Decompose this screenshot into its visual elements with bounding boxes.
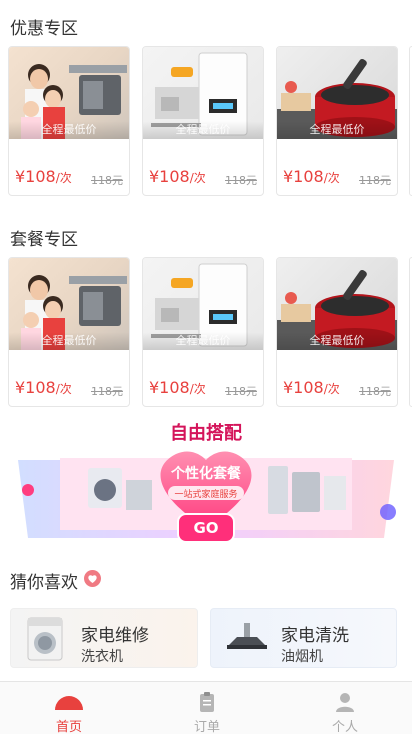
bottom-tab-bar: 首页 订单 个人	[0, 681, 412, 734]
package-section-title: 套餐专区	[10, 230, 78, 250]
card-original-price: 118元	[91, 174, 123, 187]
discount-row: 全程最低价 ¥108/次 118元 全程最低价 ¥108/次 118元 全程最低…	[0, 46, 412, 198]
package-card-1[interactable]: 全程最低价 ¥108/次 118元	[8, 257, 130, 407]
card-original-price: 118元	[225, 385, 257, 398]
card-caption: 全程最低价	[9, 121, 129, 139]
water-heater-image: 全程最低价	[143, 258, 263, 350]
red-pot-image: 全程最低价	[277, 258, 397, 350]
card-price: ¥108/次	[149, 167, 206, 186]
recommend-card-repair[interactable]: 家电维修 洗衣机	[10, 608, 198, 668]
discount-card-3[interactable]: 全程最低价 ¥108/次 118元	[276, 46, 398, 196]
red-pot-image: 全程最低价	[277, 47, 397, 139]
recommend-card-cleaning[interactable]: 家电清洗 油烟机	[210, 608, 397, 668]
family-kitchen-image: 全程最低价	[9, 258, 129, 350]
package-card-2[interactable]: 全程最低价 ¥108/次 118元	[142, 257, 264, 407]
tab-label: 个人	[331, 720, 358, 734]
recommend-subtitle: 油烟机	[281, 649, 323, 665]
card-caption: 全程最低价	[277, 121, 397, 139]
clipboard-icon	[199, 692, 215, 716]
recommend-title: 家电清洗	[281, 626, 349, 646]
discount-section-title: 优惠专区	[10, 19, 78, 39]
tab-home[interactable]: 首页	[0, 682, 138, 734]
card-caption: 全程最低价	[9, 332, 129, 350]
recommend-title: 家电维修	[81, 626, 149, 646]
package-card-3[interactable]: 全程最低价 ¥108/次 118元	[276, 257, 398, 407]
card-price: ¥108/次	[15, 378, 72, 397]
discount-card-2[interactable]: 全程最低价 ¥108/次 118元	[142, 46, 264, 196]
range-hood-icon	[225, 623, 269, 657]
banner-title: 个性化套餐	[170, 465, 242, 482]
package-row: 全程最低价 ¥108/次 118元 全程最低价 ¥108/次 118元 全程最低…	[0, 257, 412, 409]
card-caption: 全程最低价	[143, 332, 263, 350]
water-heater-image: 全程最低价	[143, 47, 263, 139]
tab-label: 首页	[55, 720, 82, 734]
card-caption: 全程最低价	[143, 121, 263, 139]
banner-subtitle: 一站式家庭服务	[174, 488, 237, 500]
guess-section-title: 猜你喜欢	[10, 573, 78, 593]
card-caption: 全程最低价	[277, 332, 397, 350]
discount-card-1[interactable]: 全程最低价 ¥108/次 118元	[8, 46, 130, 196]
card-original-price: 118元	[225, 174, 257, 187]
card-price: ¥108/次	[283, 378, 340, 397]
tab-orders[interactable]: 订单	[138, 682, 276, 734]
washing-machine-icon	[27, 617, 63, 665]
banner-headline: 自由搭配	[170, 422, 242, 444]
card-original-price: 118元	[359, 174, 391, 187]
heart-icon	[84, 570, 101, 587]
card-price: ¥108/次	[149, 378, 206, 397]
banner-go-button[interactable]: GO	[193, 519, 218, 537]
tab-profile[interactable]: 个人	[276, 682, 412, 734]
home-icon	[53, 692, 85, 714]
card-original-price: 118元	[91, 385, 123, 398]
family-kitchen-image: 全程最低价	[9, 47, 129, 139]
card-price: ¥108/次	[283, 167, 340, 186]
person-icon	[336, 692, 354, 716]
tab-label: 订单	[193, 720, 220, 734]
recommend-subtitle: 洗衣机	[81, 649, 123, 665]
custom-package-banner[interactable]: 自由搭配 个性化套餐 一站式家庭服务 GO	[8, 420, 404, 550]
card-price: ¥108/次	[15, 167, 72, 186]
card-original-price: 118元	[359, 385, 391, 398]
